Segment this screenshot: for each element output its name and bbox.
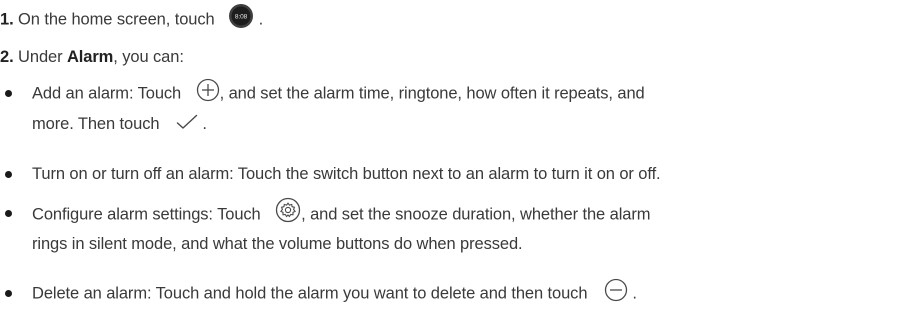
- bullet-text: , and set the snooze duration, whether t…: [301, 205, 651, 224]
- step-text-end: .: [258, 10, 264, 29]
- step-text: On the home screen, touch: [18, 10, 215, 29]
- step-text: Under: [18, 48, 63, 66]
- alarm-instructions: 1. On the home screen, touch 8:08 . 2. U…: [0, 0, 902, 334]
- bullet-text: .: [632, 284, 637, 303]
- bullet-line: rings in silent mode, and what the volum…: [32, 233, 523, 255]
- alarm-tab-label: Alarm: [66, 48, 114, 66]
- bullet-text: .: [202, 115, 207, 133]
- bullet-dot: [5, 210, 12, 217]
- step-number: 2.: [0, 48, 14, 66]
- step-number: 1.: [0, 10, 14, 29]
- bullet-text: rings in silent mode, and what the volum…: [32, 235, 523, 253]
- gear-circle-icon: [275, 197, 301, 223]
- bullet-dot: [5, 90, 12, 97]
- clock-app-icon: 8:08: [228, 3, 254, 29]
- checkmark-icon: [176, 114, 198, 130]
- bullet-line: Turn on or turn off an alarm: Touch the …: [32, 163, 661, 185]
- add-circle-icon: [196, 78, 220, 102]
- bullet-line: Delete an alarm: Touch and hold the alar…: [32, 278, 637, 306]
- bullet-text: more. Then touch: [32, 115, 160, 133]
- step-text-end: , you can:: [113, 48, 184, 66]
- bullet-line: Configure alarm settings: Touch , and se…: [32, 197, 651, 228]
- bullet-text: Add an alarm: Touch: [32, 84, 182, 103]
- bullet-dot: [5, 290, 12, 297]
- bullet-text: Turn on or turn off an alarm: Touch the …: [32, 165, 661, 183]
- bullet-text: Delete an alarm: Touch and hold the alar…: [32, 284, 588, 303]
- clock-app-icon-time: 8:08: [235, 14, 248, 21]
- bullet-text: , and set the alarm time, ringtone, how …: [219, 84, 645, 103]
- bullet-dot: [5, 171, 12, 178]
- bullet-line: more. Then touch .: [32, 113, 207, 135]
- bullet-text: Configure alarm settings: Touch: [32, 205, 261, 224]
- bullet-line: Add an alarm: Touch , and set the alarm …: [32, 78, 645, 106]
- step-2: 2. Under Alarm, you can:: [0, 46, 184, 68]
- minus-circle-icon: [604, 278, 628, 302]
- step-1: 1. On the home screen, touch 8:08 .: [0, 4, 264, 33]
